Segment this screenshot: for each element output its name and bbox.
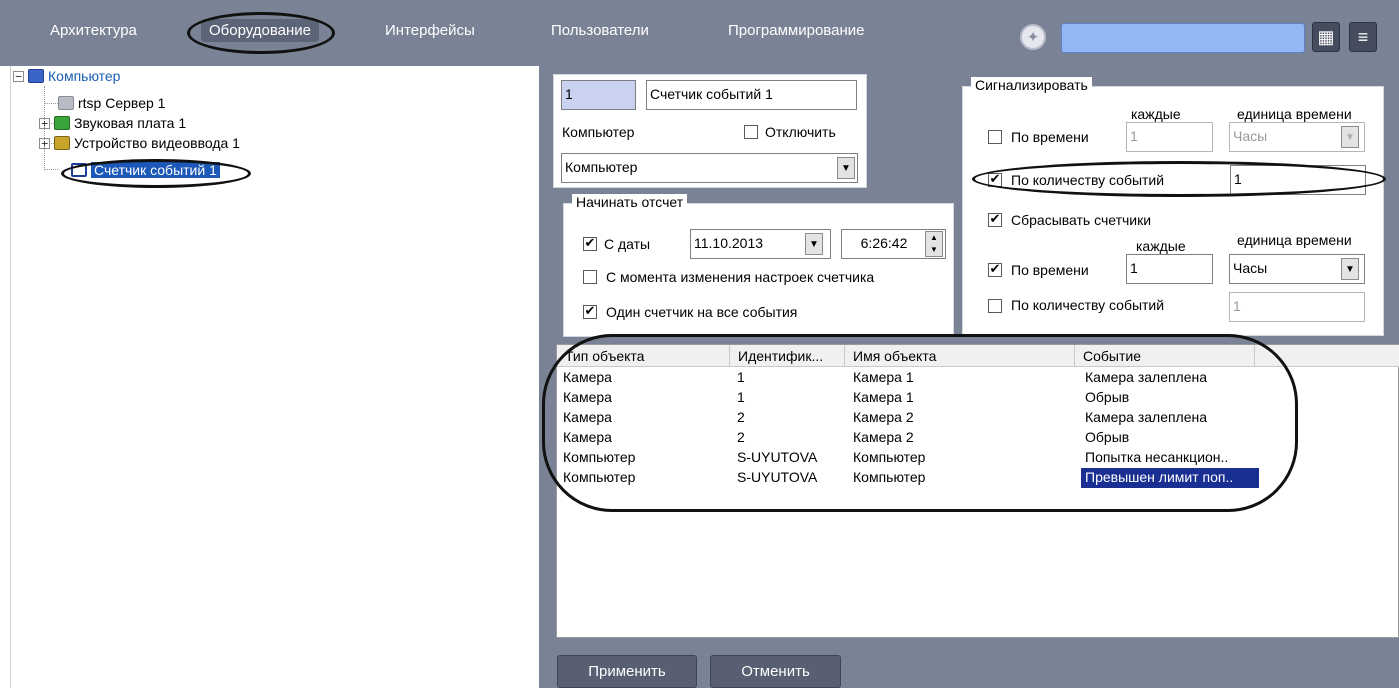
calendar-dropdown-icon[interactable]: ▼: [805, 233, 823, 255]
single-counter-label: Один счетчик на все события: [606, 304, 798, 320]
time-spin-icon[interactable]: ▲ ▼: [925, 231, 943, 257]
reset-by-time-checkbox[interactable]: ✔: [988, 263, 1002, 277]
column-header-empty: [1255, 345, 1399, 367]
signal-by-count-label: По количеству событий: [1011, 172, 1165, 188]
computer-icon: [28, 69, 44, 83]
table-cell[interactable]: Камера 1: [849, 388, 1074, 408]
disable-label: Отключить: [765, 124, 836, 140]
reset-every-field[interactable]: 1: [1126, 254, 1213, 284]
column-header-object-type[interactable]: Тип объекта: [557, 345, 730, 367]
expand-icon[interactable]: +: [39, 137, 50, 149]
single-counter-checkbox[interactable]: ✔: [583, 305, 597, 319]
reset-counters-label: Сбрасывать счетчики: [1011, 212, 1152, 228]
tree-connector: [44, 169, 58, 170]
on-change-checkbox[interactable]: [583, 270, 597, 284]
signal-by-time-label: По времени: [1011, 129, 1089, 145]
table-cell[interactable]: Компьютер: [559, 468, 729, 488]
tab-architecture[interactable]: Архитектура: [50, 22, 137, 39]
table-cell[interactable]: S-UYUTOVA: [733, 468, 843, 488]
table-cell[interactable]: Превышен лимит поп..: [1081, 468, 1259, 488]
grid-view-icon[interactable]: ▦: [1312, 22, 1340, 52]
table-cell[interactable]: 2: [733, 408, 843, 428]
chevron-down-icon[interactable]: ▼: [837, 157, 855, 179]
reset-by-count-label: По количеству событий: [1011, 297, 1165, 313]
column-header-object-name[interactable]: Имя объекта: [845, 345, 1075, 367]
reset-by-count-checkbox[interactable]: [988, 299, 1002, 313]
column-header-id[interactable]: Идентифик...: [730, 345, 845, 367]
tree-node-computer[interactable]: − Компьютер: [13, 66, 120, 86]
computer-select[interactable]: Компьютер: [561, 153, 858, 183]
tab-interfaces[interactable]: Интерфейсы: [385, 22, 475, 39]
table-cell[interactable]: Камера 1: [849, 368, 1074, 388]
every-label: каждые: [1131, 106, 1181, 122]
collapse-icon[interactable]: −: [13, 70, 24, 82]
events-table: Тип объекта Идентифик... Имя объекта Соб…: [556, 344, 1399, 638]
column-header-event[interactable]: Событие: [1075, 345, 1255, 367]
search-input[interactable]: [1061, 23, 1305, 53]
reset-by-time-label: По времени: [1011, 262, 1089, 278]
table-cell[interactable]: Компьютер: [559, 448, 729, 468]
tree-node-rtsp[interactable]: rtsp Сервер 1: [58, 93, 165, 113]
top-toolbar: Архитектура Оборудование Интерфейсы Поль…: [0, 0, 1399, 66]
signal-count-field[interactable]: 1: [1230, 165, 1366, 195]
on-change-label: С момента изменения настроек счетчика: [606, 269, 875, 285]
cancel-button[interactable]: Отменить: [710, 655, 841, 688]
table-cell[interactable]: Обрыв: [1081, 388, 1259, 408]
object-name-field[interactable]: Счетчик событий 1: [646, 80, 857, 110]
tree-node-video-input[interactable]: + Устройство видеоввода 1: [39, 133, 240, 153]
table-cell[interactable]: 1: [733, 368, 843, 388]
signal-by-count-checkbox[interactable]: ✔: [988, 173, 1002, 187]
table-cell[interactable]: Попытка несанкцион..: [1081, 448, 1259, 468]
time-unit-label: единица времени: [1237, 106, 1352, 122]
chevron-down-icon[interactable]: ▼: [1341, 258, 1359, 280]
table-cell[interactable]: Камера 2: [849, 428, 1074, 448]
table-cell[interactable]: Камера залеплена: [1081, 368, 1259, 388]
signal-by-time-checkbox[interactable]: [988, 130, 1002, 144]
from-date-label: С даты: [604, 236, 651, 252]
table-cell[interactable]: Камера залеплена: [1081, 408, 1259, 428]
tree-node-sound-card[interactable]: + Звуковая плата 1: [39, 113, 186, 133]
time-unit-label: единица времени: [1237, 232, 1352, 248]
table-cell[interactable]: Камера 2: [849, 408, 1074, 428]
sound-card-icon: [54, 116, 70, 130]
table-cell[interactable]: 1: [733, 388, 843, 408]
reset-counters-checkbox[interactable]: ✔: [988, 213, 1002, 227]
tab-programming[interactable]: Программирование: [728, 22, 864, 39]
table-cell[interactable]: Камера: [559, 388, 729, 408]
chevron-down-icon[interactable]: ▼: [1341, 126, 1359, 148]
disable-checkbox[interactable]: [744, 125, 758, 139]
start-count-title: Начинать отсчет: [572, 194, 688, 210]
table-cell[interactable]: Компьютер: [849, 468, 1074, 488]
table-cell[interactable]: Обрыв: [1081, 428, 1259, 448]
table-cell[interactable]: Камера: [559, 428, 729, 448]
tree-node-event-counter[interactable]: Счетчик событий 1: [71, 160, 220, 180]
table-cell[interactable]: Компьютер: [849, 448, 1074, 468]
gear-icon[interactable]: ✦: [1020, 24, 1046, 50]
expand-icon[interactable]: +: [39, 117, 50, 129]
tab-users[interactable]: Пользователи: [551, 22, 649, 39]
table-cell[interactable]: S-UYUTOVA: [733, 448, 843, 468]
event-counter-icon: [71, 163, 87, 177]
from-date-checkbox[interactable]: ✔: [583, 237, 597, 251]
signal-title: Сигнализировать: [971, 77, 1092, 93]
video-input-icon: [54, 136, 70, 150]
hardware-tree: − Компьютер rtsp Сервер 1 + Звуковая пла…: [10, 66, 538, 688]
apply-button[interactable]: Применить: [557, 655, 697, 688]
object-id-field[interactable]: 1: [561, 80, 636, 110]
signal-every-field[interactable]: 1: [1126, 122, 1213, 152]
menu-icon[interactable]: ≡: [1349, 22, 1377, 52]
table-cell[interactable]: Камера: [559, 408, 729, 428]
computer-label: Компьютер: [562, 124, 635, 140]
every-label: каждые: [1136, 238, 1186, 254]
table-cell[interactable]: 2: [733, 428, 843, 448]
server-icon: [58, 96, 74, 110]
tree-connector: [44, 103, 58, 104]
table-cell[interactable]: Камера: [559, 368, 729, 388]
reset-count-field[interactable]: 1: [1229, 292, 1365, 322]
tab-hardware[interactable]: Оборудование: [201, 19, 320, 42]
